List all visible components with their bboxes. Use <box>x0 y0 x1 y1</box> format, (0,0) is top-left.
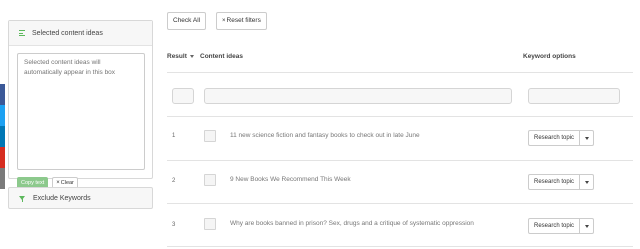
row-checkbox[interactable] <box>204 218 216 230</box>
row-number: 3 <box>172 222 176 228</box>
row-checkbox[interactable] <box>204 174 216 186</box>
content-filter-input[interactable] <box>204 88 512 104</box>
research-topic-button[interactable]: Research topic <box>528 218 581 234</box>
row-number: 2 <box>172 178 176 184</box>
header-divider <box>167 72 633 73</box>
selected-ideas-panel: Selected content ideas Copy text ×Clear <box>8 20 153 190</box>
funnel-icon <box>19 196 25 202</box>
result-header-label: Result <box>167 53 187 60</box>
research-topic-dropdown[interactable] <box>580 174 595 190</box>
research-topic-group: Research topic <box>528 218 595 234</box>
research-topic-dropdown[interactable] <box>580 218 595 234</box>
reset-filters-label: Reset filters <box>226 17 261 24</box>
linkedin-share-icon[interactable] <box>0 126 5 147</box>
selected-ideas-textarea[interactable] <box>17 53 145 170</box>
research-topic-button[interactable]: Research topic <box>528 130 581 146</box>
facebook-share-icon[interactable] <box>0 84 5 105</box>
research-topic-button[interactable]: Research topic <box>528 174 581 190</box>
results-table-header: Result Content ideas Keyword options <box>167 48 633 67</box>
check-all-button[interactable]: Check All <box>167 12 207 30</box>
row-divider <box>167 246 633 247</box>
pinterest-share-icon[interactable] <box>0 147 5 168</box>
result-filter-input[interactable] <box>172 88 194 104</box>
row-divider <box>167 160 633 161</box>
research-topic-group: Research topic <box>528 174 595 190</box>
twitter-share-icon[interactable] <box>0 105 5 126</box>
exclude-keywords-panel[interactable]: Exclude Keywords <box>8 187 153 209</box>
keyword-options-column-header: Keyword options <box>523 53 576 60</box>
close-icon: × <box>222 18 226 24</box>
keyword-filter-input[interactable] <box>528 88 620 104</box>
research-topic-dropdown[interactable] <box>580 130 595 146</box>
selected-ideas-header: Selected content ideas <box>9 21 152 46</box>
exclude-keywords-title: Exclude Keywords <box>33 194 91 202</box>
content-ideas-column-header: Content ideas <box>200 53 243 60</box>
clear-label: Clear <box>60 180 74 186</box>
research-topic-group: Research topic <box>528 130 595 146</box>
row-divider <box>167 203 633 204</box>
more-share-icon[interactable] <box>0 168 5 189</box>
result-column-header[interactable]: Result <box>167 53 194 60</box>
content-idea-text: 9 New Books We Recommend This Week <box>230 176 351 183</box>
row-divider <box>167 116 633 117</box>
sort-caret-icon <box>189 54 194 58</box>
caret-down-icon <box>584 224 589 228</box>
list-lines-icon <box>19 30 25 36</box>
content-idea-text: 11 new science fiction and fantasy books… <box>230 132 420 139</box>
caret-down-icon <box>584 180 589 184</box>
row-number: 1 <box>172 133 176 139</box>
social-share-strip <box>0 84 5 189</box>
reset-filters-button[interactable]: ×Reset filters <box>216 12 267 30</box>
row-checkbox[interactable] <box>204 130 216 142</box>
close-icon: × <box>56 180 60 186</box>
caret-down-icon <box>584 136 589 140</box>
selected-ideas-title: Selected content ideas <box>32 29 103 37</box>
content-idea-text: Why are books banned in prison? Sex, dru… <box>230 220 474 227</box>
